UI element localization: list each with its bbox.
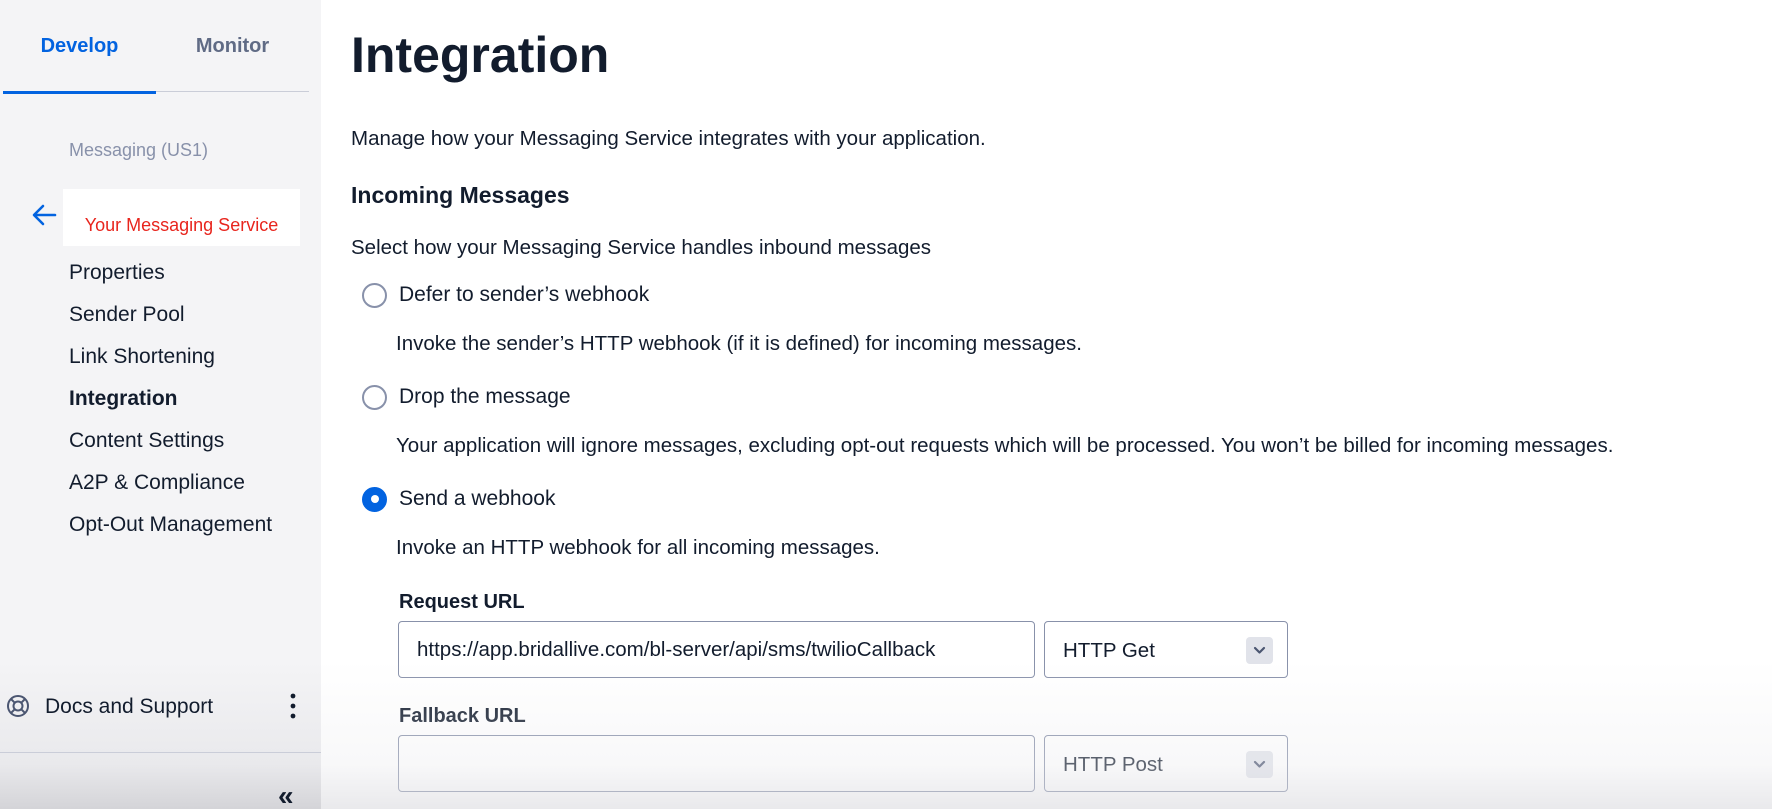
sidebar-item-opt-out-management[interactable]: Opt-Out Management bbox=[69, 504, 272, 546]
page-intro: Manage how your Messaging Service integr… bbox=[351, 127, 986, 150]
service-region-label: Messaging (US1) bbox=[69, 140, 209, 160]
radio-help-text: Invoke an HTTP webhook for all incoming … bbox=[396, 536, 880, 559]
radio-help-text: Your application will ignore messages, e… bbox=[396, 434, 1614, 457]
incoming-messages-description: Select how your Messaging Service handle… bbox=[351, 236, 932, 259]
radio-drop-message[interactable]: Drop the message bbox=[362, 383, 571, 411]
page-title: Integration bbox=[351, 27, 610, 83]
service-name-label: Your Messaging Service bbox=[63, 189, 300, 246]
main-content: Integration Manage how your Messaging Se… bbox=[321, 0, 1772, 809]
kebab-icon[interactable] bbox=[286, 692, 300, 720]
incoming-messages-heading: Incoming Messages bbox=[351, 182, 570, 208]
tab-develop[interactable]: Develop bbox=[3, 0, 156, 94]
select-value: HTTP Post bbox=[1063, 753, 1163, 776]
footer-divider bbox=[0, 752, 321, 753]
docs-and-support-label: Docs and Support bbox=[45, 695, 214, 718]
sidebar-item-properties[interactable]: Properties bbox=[69, 252, 272, 294]
radio-label[interactable]: Drop the message bbox=[399, 385, 571, 409]
collapse-sidebar-button[interactable]: « bbox=[278, 782, 293, 809]
docs-and-support-button[interactable]: Docs and Support bbox=[0, 684, 321, 728]
sidebar-item-content-settings[interactable]: Content Settings bbox=[69, 420, 272, 462]
lifebuoy-icon bbox=[7, 695, 29, 717]
sidebar-footer: Docs and Support « bbox=[0, 660, 321, 809]
select-value: HTTP Get bbox=[1063, 639, 1155, 662]
sidebar-item-integration[interactable]: Integration bbox=[69, 378, 272, 420]
sidebar: Develop Monitor Messaging (US1) Your Mes… bbox=[0, 0, 321, 809]
radio-button[interactable] bbox=[362, 384, 387, 410]
tab-monitor[interactable]: Monitor bbox=[156, 0, 309, 92]
request-method-select[interactable]: HTTP Get bbox=[1044, 621, 1288, 678]
radio-defer-to-sender[interactable]: Defer to sender’s webhook bbox=[362, 281, 649, 309]
request-url-input[interactable] bbox=[398, 621, 1035, 678]
sidebar-item-sender-pool[interactable]: Sender Pool bbox=[69, 294, 272, 336]
radio-send-webhook[interactable]: Send a webhook bbox=[362, 485, 555, 513]
radio-help-text: Invoke the sender’s HTTP webhook (if it … bbox=[396, 332, 1082, 355]
radio-label[interactable]: Defer to sender’s webhook bbox=[399, 283, 649, 307]
request-url-label: Request URL bbox=[399, 591, 525, 613]
sidebar-item-a2p-compliance[interactable]: A2P & Compliance bbox=[69, 462, 272, 504]
arrow-left-icon[interactable] bbox=[29, 200, 59, 230]
fallback-url-input[interactable] bbox=[398, 735, 1035, 792]
chevron-down-icon bbox=[1246, 751, 1273, 778]
radio-label[interactable]: Send a webhook bbox=[399, 487, 555, 511]
sidebar-tabs: Develop Monitor bbox=[3, 0, 309, 94]
radio-button[interactable] bbox=[362, 486, 387, 512]
radio-button[interactable] bbox=[362, 282, 387, 308]
sidebar-item-link-shortening[interactable]: Link Shortening bbox=[69, 336, 272, 378]
chevron-down-icon bbox=[1246, 637, 1273, 664]
fallback-method-select[interactable]: HTTP Post bbox=[1044, 735, 1288, 792]
sidebar-nav: Properties Sender Pool Link Shortening I… bbox=[69, 252, 272, 546]
fallback-url-label: Fallback URL bbox=[399, 705, 526, 727]
